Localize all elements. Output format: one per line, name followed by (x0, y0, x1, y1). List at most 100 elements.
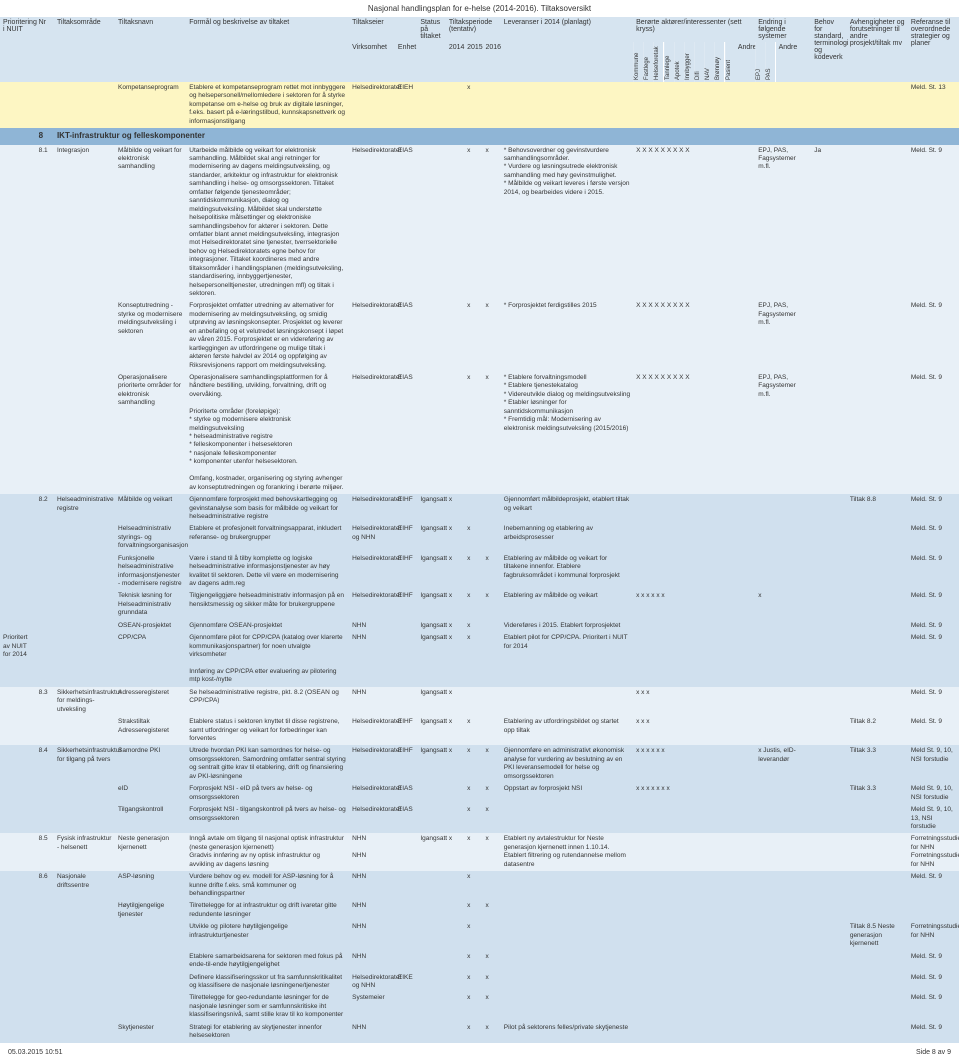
cell-2015: x (464, 900, 482, 921)
cell-navn: Strakstiltak Adresseregisteret (115, 716, 186, 745)
cell-navn: Målbilde og veikart (115, 494, 186, 523)
cell-navn: CPP/CPA (115, 632, 186, 687)
cell-avh (847, 871, 908, 900)
cell-lever (501, 687, 633, 716)
cell-eier: NHN (349, 951, 395, 972)
cell-2015: x (464, 145, 482, 301)
cell-behov (811, 687, 847, 716)
cell-2015: x (464, 523, 482, 552)
cell-2016 (482, 716, 500, 745)
cell-endring (755, 972, 811, 993)
cell-2014 (446, 992, 464, 1021)
cell-avh (847, 590, 908, 619)
cell-endring (755, 900, 811, 921)
table-row: 8.6Nasjonale driftssentreASP-løsningVurd… (0, 871, 959, 900)
cell-2016: x (482, 372, 500, 494)
cell-behov (811, 921, 847, 950)
cell-eier: NHN (349, 1022, 395, 1043)
th-bronnoy: Brønnøy (714, 42, 724, 82)
cell-lever: Gjennomført målbildeprosjekt, etablert t… (501, 494, 633, 523)
cell-2016: x (482, 972, 500, 993)
cell-marks (633, 523, 755, 552)
th-difi: Difi (694, 42, 704, 82)
cell-prio (0, 620, 36, 632)
cell-2016 (482, 523, 500, 552)
th-pas: PAS (765, 42, 775, 82)
cell-marks (633, 992, 755, 1021)
cell-lever: Gjennomføre en administrativt økonomisk … (501, 745, 633, 783)
cell-lever: Etablering av målbilde og veikart for ti… (501, 553, 633, 591)
cell-nr: 8.4 (36, 745, 54, 783)
cell-marks: X X X X X X X X X (633, 300, 755, 372)
cell-endring (755, 951, 811, 972)
cell-avh (847, 972, 908, 993)
cell-endring: EPJ, PAS, Fagsystemer m.fl. (755, 372, 811, 494)
cell-status: Igangsatt (417, 745, 446, 783)
cell-prio (0, 871, 36, 900)
cell-2015 (464, 494, 482, 523)
cell-navn: Kompetanseprogram (115, 82, 186, 128)
cell-endring (755, 716, 811, 745)
cell-marks (633, 972, 755, 993)
cell-2014: x (446, 716, 464, 745)
cell-ref: Meld. St. 9 (908, 1022, 959, 1043)
cell-2016: x (482, 1022, 500, 1043)
cell-lever (501, 992, 633, 1021)
cell-omrade: Integrasjon (54, 145, 115, 301)
cell-behov (811, 951, 847, 972)
cell-prio (0, 82, 36, 128)
cell-2015: x (464, 716, 482, 745)
cell-enhet: EIHF (395, 553, 417, 591)
cell-omrade (54, 1022, 115, 1043)
cell-endring (755, 553, 811, 591)
cell-navn: Operasjonalisere prioriterte områder for… (115, 372, 186, 494)
cell-omrade (54, 951, 115, 972)
cell-enhet (395, 992, 417, 1021)
cell-2014 (446, 1022, 464, 1043)
cell-lever: * Etablere forvaltningsmodell * Etablere… (501, 372, 633, 494)
cell-status: Igangsatt (417, 833, 446, 871)
cell-lever (501, 804, 633, 833)
cell-2014 (446, 82, 464, 128)
cell-enhet: EIHF (395, 716, 417, 745)
cell-prio (0, 900, 36, 921)
th-tiltakseier: Tiltakseier (349, 17, 417, 42)
cell-lever (501, 900, 633, 921)
cell-nr (36, 804, 54, 833)
cell-eier: NHN (349, 632, 395, 687)
cell-marks (633, 921, 755, 950)
cell-marks: x x x x x x (633, 745, 755, 783)
cell-formaal: Utvikle og pilotere høytilgjengelige inf… (186, 921, 349, 950)
main-table: Prioritering i NUIT Nr Tiltaksområde Til… (0, 17, 959, 1043)
cell-behov (811, 745, 847, 783)
table-row: Høytilgjengelige tjenesterTilrettelegge … (0, 900, 959, 921)
cell-prio (0, 1022, 36, 1043)
cell-eier: NHN (349, 871, 395, 900)
th-virksomhet: Virksomhet (349, 42, 395, 82)
cell-enhet (395, 951, 417, 972)
cell-marks (633, 620, 755, 632)
th-tannlege: Tannlege (664, 42, 674, 82)
cell-prio (0, 783, 36, 804)
cell-status (417, 972, 446, 993)
cell-2015: x (464, 871, 482, 900)
cell-behov (811, 972, 847, 993)
cell-formaal: Tilrettelegge for at infrastruktur og dr… (186, 900, 349, 921)
cell-status (417, 871, 446, 900)
cell-lever: * Forprosjektet ferdigstilles 2015 (501, 300, 633, 372)
th-kommune: Kommune (633, 42, 643, 82)
cell-marks: X X X X X X X X X (633, 372, 755, 494)
cell-navn: Teknisk løsning for Helseadministrativ g… (115, 590, 186, 619)
cell-formaal: Forprosjekt NSI - tilgangskontroll på tv… (186, 804, 349, 833)
cell-enhet (395, 687, 417, 716)
cell-omrade: Nasjonale driftssentre (54, 871, 115, 900)
th-fastlege: Fastlege (643, 42, 653, 82)
cell-nr (36, 900, 54, 921)
cell-status (417, 992, 446, 1021)
cell-eier: Systemeier (349, 992, 395, 1021)
cell-2014 (446, 871, 464, 900)
table-body: KompetanseprogramEtablere et kompetansep… (0, 82, 959, 1043)
cell-nr (36, 1022, 54, 1043)
cell-prio: Prioritert av NUIT for 2014 (0, 632, 36, 687)
cell-status (417, 900, 446, 921)
